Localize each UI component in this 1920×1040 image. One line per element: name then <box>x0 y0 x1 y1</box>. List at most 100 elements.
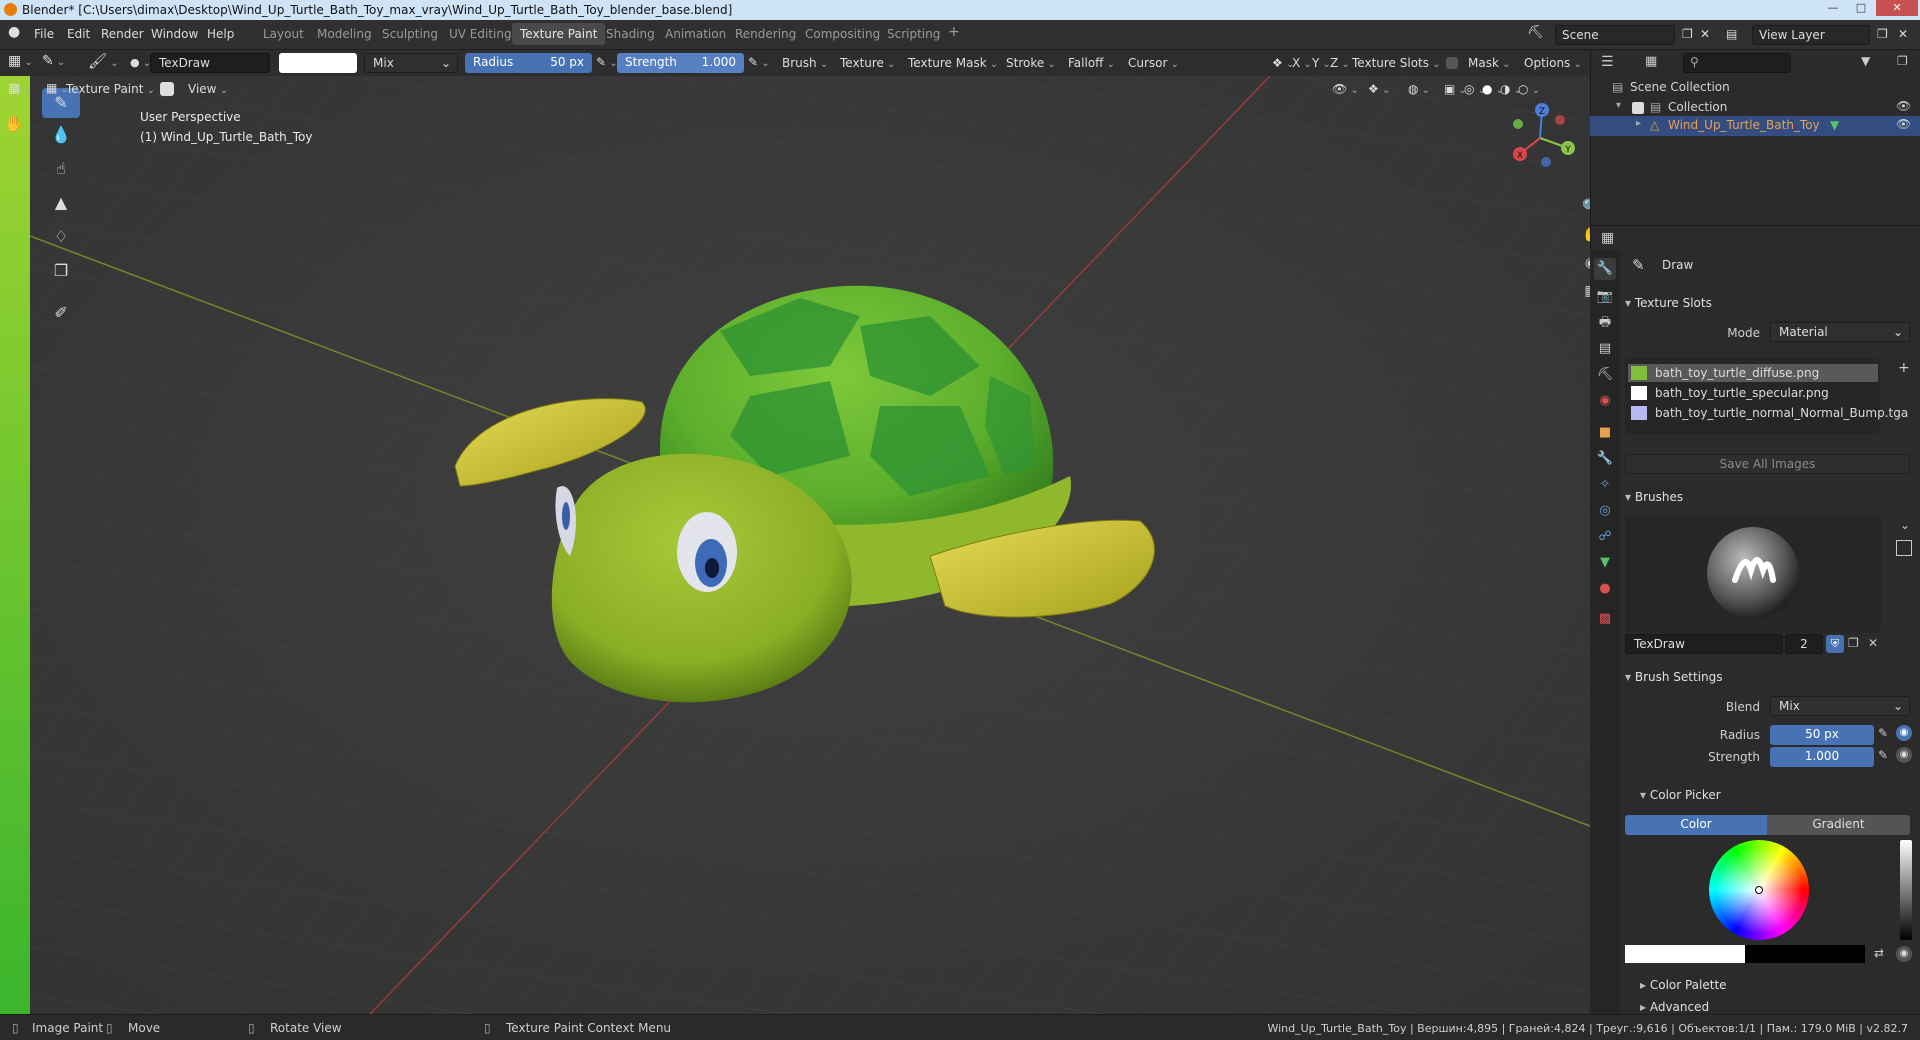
scene-collection-row[interactable]: ▤ Scene Collection <box>1590 78 1920 98</box>
expand-object-icon[interactable]: ▸ <box>1636 118 1641 129</box>
color-palette-section[interactable]: Color Palette <box>1640 978 1727 992</box>
object-eye-icon[interactable]: 👁 <box>1896 117 1911 131</box>
color-picker-section[interactable]: Color Picker <box>1640 788 1721 802</box>
menu-edit[interactable]: Edit <box>67 27 90 41</box>
modifier-tab-icon[interactable]: 🔧 <box>1594 448 1616 470</box>
clone-tool-button[interactable]: ▲ <box>42 188 80 218</box>
secondary-color-swatch[interactable] <box>1745 945 1865 963</box>
advanced-section[interactable]: Advanced <box>1640 1000 1709 1014</box>
menu-texture-mask[interactable]: Texture Mask <box>908 56 998 70</box>
color-tab[interactable]: Color <box>1625 815 1767 835</box>
strength-pressure-icon[interactable]: ✎ <box>748 55 770 69</box>
physics-tab-icon[interactable]: ◎ <box>1594 500 1616 522</box>
particles-tab-icon[interactable]: ✧ <box>1594 474 1616 496</box>
value-slider[interactable] <box>1900 840 1912 940</box>
render-tab-icon[interactable]: 📷 <box>1594 286 1616 308</box>
fake-user-shield-icon[interactable]: ⛨ <box>1826 635 1844 653</box>
texture-slot-normal[interactable]: bath_toy_turtle_normal_Normal_Bump.tga <box>1628 404 1908 422</box>
save-all-images-button[interactable]: Save All Images <box>1625 454 1910 474</box>
view-layer-icon[interactable]: ▤ <box>1726 27 1737 41</box>
editor-type-viewport-icon[interactable]: ▦ <box>8 81 32 96</box>
menu-help[interactable]: Help <box>207 27 234 41</box>
brush-name-field[interactable]: TexDraw <box>150 53 270 73</box>
menu-stroke[interactable]: Stroke <box>1006 56 1056 70</box>
blend-select[interactable]: Mix ⌄ <box>1770 696 1910 716</box>
strength-pressure-icon[interactable]: ✎ <box>1878 748 1888 762</box>
brush-list-dropdown-icon[interactable]: ⌄ <box>1900 518 1910 532</box>
view-layer-selector[interactable]: View Layer <box>1752 25 1870 45</box>
texture-tab-icon[interactable]: ▩ <box>1594 608 1616 630</box>
brush-preview-box[interactable] <box>1625 515 1881 633</box>
radius-field[interactable]: 50 px <box>1770 725 1874 745</box>
remove-scene-icon[interactable]: ✕ <box>1700 27 1710 41</box>
brush-name-field[interactable]: TexDraw <box>1625 634 1783 654</box>
tab-layout[interactable]: Layout <box>263 27 304 41</box>
3d-viewport[interactable]: ✎ 💧 ☝ ▲ ♢ ❐ ✐ User Perspective (1) Wind_… <box>30 76 1590 1014</box>
mode-select[interactable]: Material ⌄ <box>1770 322 1910 342</box>
add-slot-icon[interactable]: + <box>1898 360 1910 376</box>
outliner-editor-icon[interactable]: ☰ <box>1601 54 1614 70</box>
rendered-shading-icon[interactable]: ○ <box>1518 82 1540 96</box>
brush-image-icon[interactable] <box>1896 540 1912 556</box>
display-mode-icon[interactable]: ▦ <box>1645 54 1657 69</box>
swap-colors-icon[interactable]: ⇄ <box>1874 946 1884 960</box>
menu-falloff[interactable]: Falloff <box>1068 56 1115 70</box>
gradient-tab[interactable]: Gradient <box>1767 815 1910 835</box>
brushes-section[interactable]: Brushes <box>1625 490 1683 504</box>
menu-render[interactable]: Render <box>101 27 144 41</box>
constraints-tab-icon[interactable]: ☍ <box>1594 526 1616 548</box>
strength-slider[interactable]: Strength 1.000 <box>617 53 744 73</box>
filter-icon[interactable]: ▼ <box>1861 54 1870 68</box>
view-layer-tab-icon[interactable]: ▤ <box>1594 338 1616 360</box>
editor-type-icon[interactable]: ▦ <box>8 53 33 69</box>
collection-row[interactable]: ▾ ▤ Collection 👁 <box>1590 98 1920 118</box>
strength-unit-icon[interactable]: ◉ <box>1896 747 1912 763</box>
hand-icon[interactable]: ✋ <box>4 114 24 133</box>
smear-tool-button[interactable]: ☝ <box>42 154 80 184</box>
unlink-brush-icon[interactable]: ✕ <box>1868 636 1878 650</box>
mirror-z-toggle[interactable]: Z <box>1330 56 1350 70</box>
maximize-button[interactable]: □ <box>1848 0 1874 16</box>
tab-animation[interactable]: Animation <box>665 27 726 41</box>
brush-settings-section[interactable]: Brush Settings <box>1625 670 1723 684</box>
fill-tool-button[interactable]: ♢ <box>42 222 80 252</box>
menu-brush[interactable]: Brush <box>782 56 828 70</box>
object-tab-icon[interactable]: ■ <box>1594 422 1616 444</box>
blender-menu-icon[interactable]: ● <box>8 24 20 40</box>
close-button[interactable]: ✕ <box>1876 0 1918 16</box>
navigation-gizmo[interactable]: Y Z X <box>1500 98 1580 178</box>
strength-field[interactable]: 1.000 <box>1770 747 1874 767</box>
new-scene-icon[interactable]: ❐ <box>1682 27 1693 41</box>
color-wheel-cursor[interactable] <box>1755 886 1763 894</box>
eye-icon[interactable]: 👁 <box>1896 99 1911 113</box>
options-dropdown[interactable]: Options <box>1524 56 1582 70</box>
expand-collapse-icon[interactable]: ▾ <box>1616 100 1621 111</box>
paint-mode-icon[interactable]: ✎ <box>42 53 65 69</box>
tool-tab-icon[interactable]: 🔧 <box>1594 258 1616 280</box>
mask-dropdown[interactable]: Mask <box>1468 56 1510 70</box>
scene-selector[interactable]: Scene <box>1555 25 1675 45</box>
tab-shading[interactable]: Shading <box>606 27 655 41</box>
symmetry-icon[interactable]: ❖ <box>1272 56 1294 70</box>
visibility-icon[interactable]: 👁 <box>1332 82 1359 96</box>
texture-slots-section[interactable]: Texture Slots <box>1625 296 1712 310</box>
collection-checkbox[interactable] <box>1632 102 1644 114</box>
mirror-x-toggle[interactable]: X <box>1292 56 1312 70</box>
menu-file[interactable]: File <box>34 27 54 41</box>
mirror-y-toggle[interactable]: Y <box>1312 56 1331 70</box>
tab-uv-editing[interactable]: UV Editing <box>449 27 512 41</box>
mask-tool-button[interactable]: ❐ <box>42 256 80 286</box>
radius-pressure-icon[interactable]: ✎ <box>596 55 618 69</box>
new-view-layer-icon[interactable]: ❐ <box>1877 27 1888 41</box>
scene-tab-icon[interactable]: ⛏ <box>1594 364 1616 386</box>
texture-slot-specular[interactable]: bath_toy_turtle_specular.png <box>1628 384 1878 402</box>
tab-modeling[interactable]: Modeling <box>317 27 372 41</box>
new-collection-icon[interactable]: ❐ <box>1897 54 1908 68</box>
soften-tool-button[interactable]: 💧 <box>42 120 80 150</box>
menu-cursor[interactable]: Cursor <box>1128 56 1179 70</box>
annotate-tool-button[interactable]: ✐ <box>42 298 80 328</box>
remove-view-layer-icon[interactable]: ✕ <box>1898 27 1908 41</box>
output-tab-icon[interactable]: 🖶 <box>1594 312 1616 334</box>
properties-editor-icon[interactable]: ▦ <box>1601 230 1614 246</box>
mask-checkbox[interactable] <box>1446 57 1458 69</box>
